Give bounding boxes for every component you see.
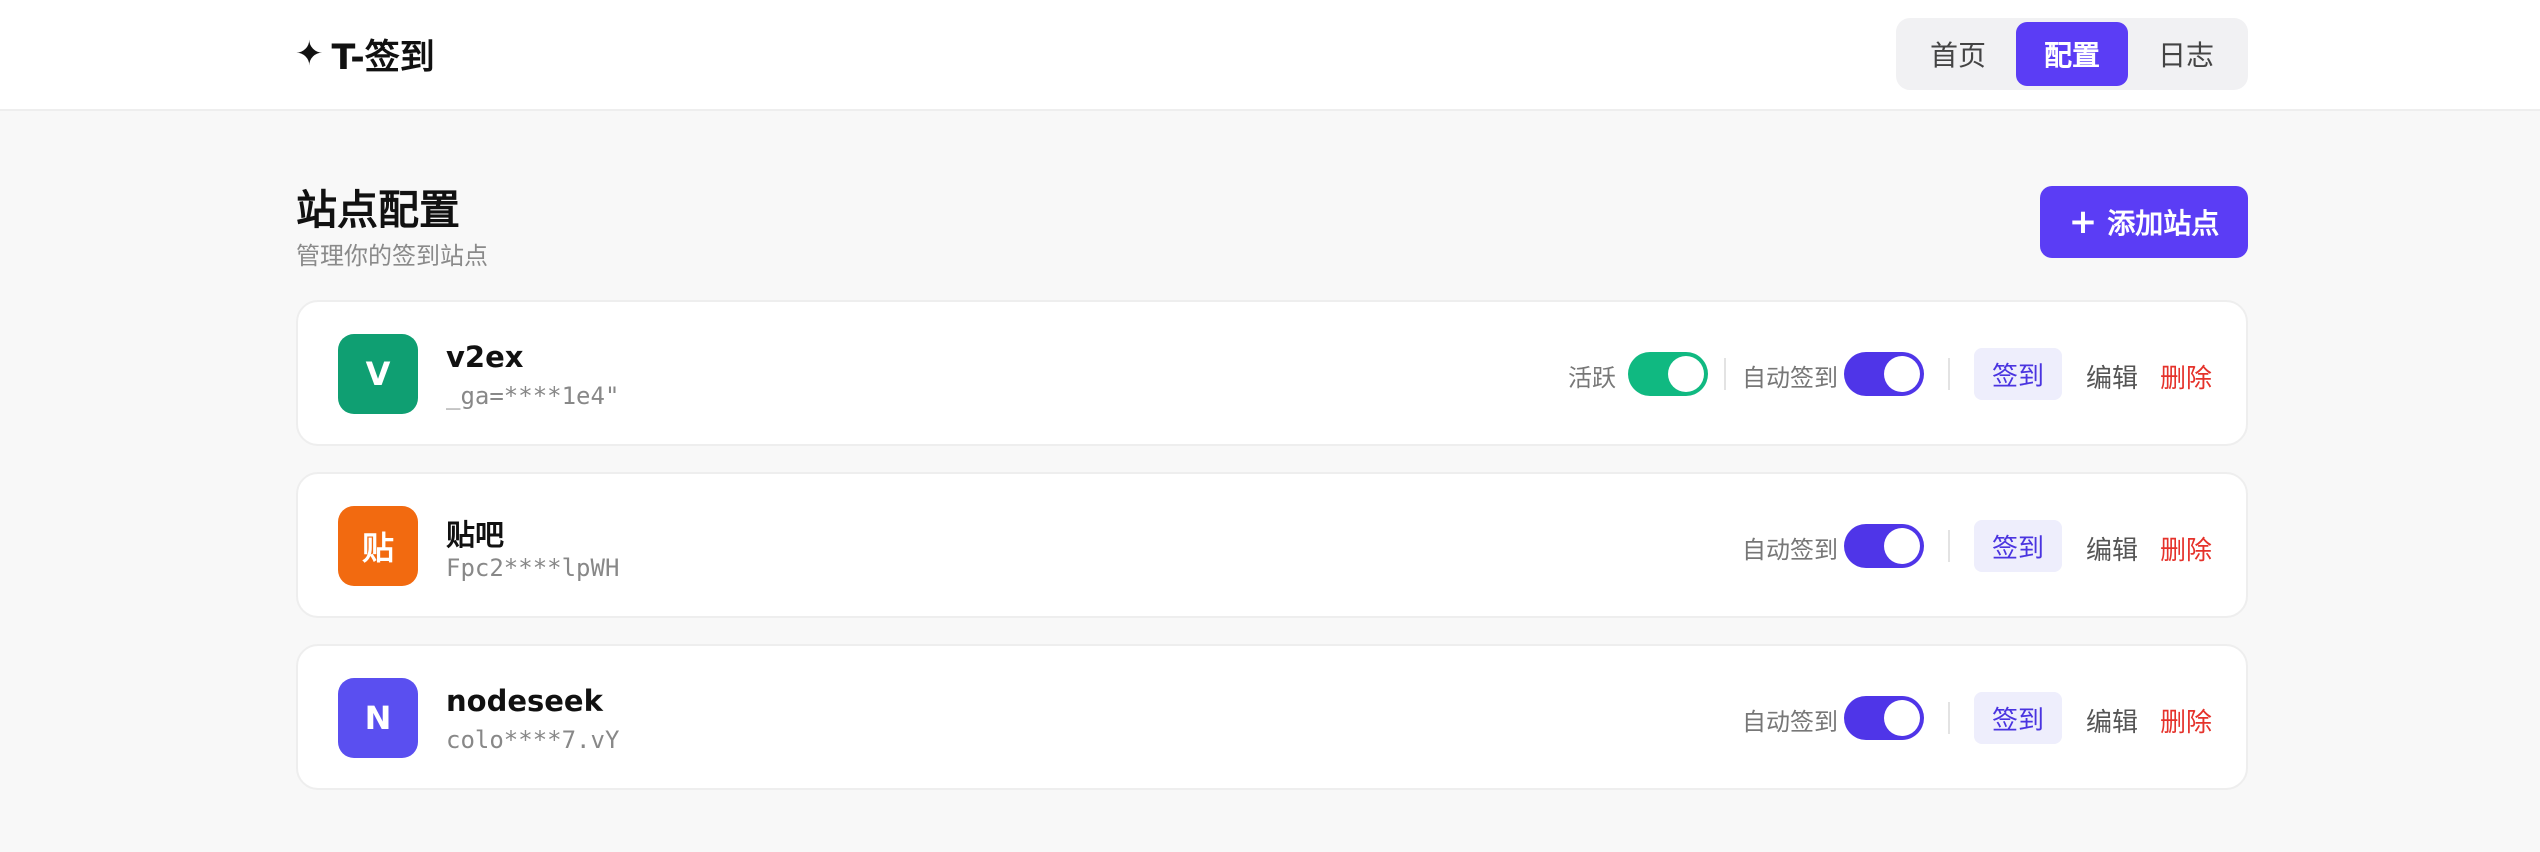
- delete-button[interactable]: 删除: [2160, 702, 2212, 739]
- divider: [1948, 702, 1950, 734]
- toggle-knob: [1884, 528, 1920, 564]
- top-header: ✦ T-签到 首页 配置 日志: [0, 0, 2540, 111]
- app-title: T-签到: [331, 37, 435, 78]
- site-name: nodeseek: [446, 684, 603, 718]
- delete-button[interactable]: 删除: [2160, 358, 2212, 395]
- site-name: v2ex: [446, 340, 524, 374]
- site-avatar: V: [338, 334, 418, 414]
- active-toggle[interactable]: [1628, 352, 1708, 396]
- page-subtitle: 管理你的签到站点: [296, 242, 488, 270]
- active-label: 活跃: [1568, 364, 1616, 392]
- page-title: 站点配置: [296, 186, 460, 234]
- nav-home[interactable]: 首页: [1900, 22, 2016, 86]
- toggle-knob: [1884, 356, 1920, 392]
- site-card-nodeseek: N nodeseek colo****7.vY 自动签到 签到 编辑 删除: [296, 644, 2248, 790]
- nav-logs[interactable]: 日志: [2128, 22, 2244, 86]
- auto-sign-label: 自动签到: [1742, 708, 1838, 736]
- main-nav: 首页 配置 日志: [1896, 18, 2248, 90]
- plus-icon: +: [2068, 202, 2098, 242]
- toggle-knob: [1884, 700, 1920, 736]
- sign-button[interactable]: 签到: [1974, 348, 2062, 400]
- site-token: Fpc2****lpWH: [446, 554, 620, 582]
- auto-sign-toggle[interactable]: [1844, 524, 1924, 568]
- auto-sign-label: 自动签到: [1742, 364, 1838, 392]
- auto-sign-toggle[interactable]: [1844, 696, 1924, 740]
- site-card-v2ex: V v2ex _ga=****1e4" 活跃 自动签到 签到 编辑 删除: [296, 300, 2248, 446]
- add-site-label: 添加站点: [2107, 207, 2220, 240]
- edit-button[interactable]: 编辑: [2086, 358, 2138, 395]
- site-token: _ga=****1e4": [446, 382, 620, 410]
- edit-button[interactable]: 编辑: [2086, 530, 2138, 567]
- site-name: 贴吧: [446, 518, 505, 552]
- site-avatar: N: [338, 678, 418, 758]
- sign-button[interactable]: 签到: [1974, 692, 2062, 744]
- toggle-knob: [1668, 356, 1704, 392]
- delete-button[interactable]: 删除: [2160, 530, 2212, 567]
- site-token: colo****7.vY: [446, 726, 620, 754]
- app-logo[interactable]: ✦ T-签到: [295, 30, 435, 78]
- auto-sign-label: 自动签到: [1742, 536, 1838, 564]
- divider: [1948, 358, 1950, 390]
- add-site-button[interactable]: + 添加站点: [2040, 186, 2248, 258]
- divider: [1948, 530, 1950, 562]
- nav-config[interactable]: 配置: [2016, 22, 2128, 86]
- edit-button[interactable]: 编辑: [2086, 702, 2138, 739]
- sparkle-icon: ✦: [295, 34, 324, 74]
- site-card-tieba: 贴 贴吧 Fpc2****lpWH 自动签到 签到 编辑 删除: [296, 472, 2248, 618]
- sign-button[interactable]: 签到: [1974, 520, 2062, 572]
- site-avatar: 贴: [338, 506, 418, 586]
- auto-sign-toggle[interactable]: [1844, 352, 1924, 396]
- divider: [1724, 358, 1726, 390]
